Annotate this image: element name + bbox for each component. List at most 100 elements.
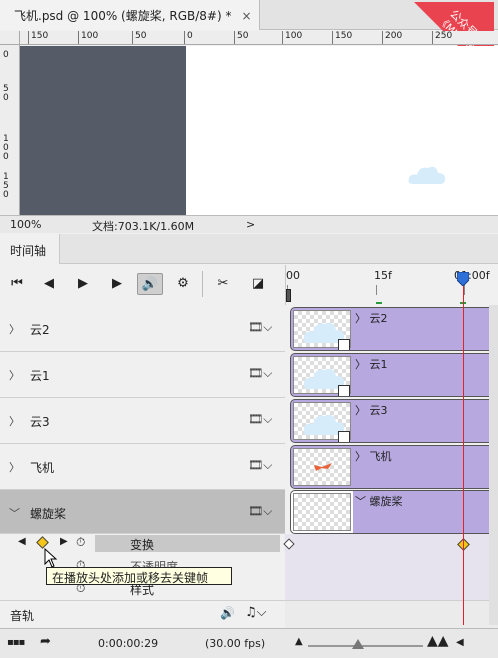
clip-thumbnail (293, 310, 351, 350)
clip-label: 〉 云1 (355, 358, 388, 371)
next-keyframe-icon[interactable]: ▶ (60, 536, 68, 547)
layer-name: 云1 (30, 369, 50, 383)
current-time: 0:00:00:29 (98, 637, 159, 650)
clip-thumbnail (293, 402, 351, 442)
close-tab-icon[interactable]: × (241, 9, 251, 23)
chevron-right-icon[interactable]: 〉 (9, 459, 20, 475)
ruler-label: 150 (332, 31, 352, 44)
music-note-icon[interactable]: ♫⌵ (245, 605, 267, 620)
audio-track-area[interactable] (285, 600, 498, 628)
audio-toggle-icon[interactable]: 🔊 (137, 273, 163, 295)
first-frame-icon[interactable]: ⏮ (4, 273, 30, 295)
layer-row-plane[interactable]: 〉 飞机 🎞⌵ (0, 444, 285, 490)
layer-row-cloud1[interactable]: 〉 云1 🎞⌵ (0, 352, 285, 398)
zoom-slider-knob[interactable] (352, 639, 364, 649)
frames-grid-icon[interactable]: ▪▪▪ (7, 637, 25, 648)
ruler-label: 150 (28, 31, 48, 44)
timeline-toolbar: ⏮ ◀ ▶ ▶ 🔊 ⚙ ✂ ◪ (0, 265, 285, 305)
document-size: 文档:703.1K/1.60M (92, 220, 195, 233)
split-scissors-icon[interactable]: ✂ (210, 273, 236, 295)
zoom-level[interactable]: 100% (10, 218, 41, 231)
layer-name: 云3 (30, 415, 50, 429)
layer-clip[interactable]: 〉 云3 (290, 399, 496, 443)
chevron-right-icon[interactable]: 〉 (9, 413, 20, 429)
layer-name: 云2 (30, 323, 50, 337)
document-title: 飞机.psd @ 100% (螺旋桨, RGB/8#) * (14, 9, 232, 23)
layer-row-cloud3[interactable]: 〉 云3 🎞⌵ (0, 398, 285, 444)
ruler-label: 100 (78, 31, 98, 44)
zoom-in-mountain-icon[interactable]: ▲▲ (427, 633, 449, 649)
transform-row-highlight[interactable] (95, 535, 280, 552)
layer-clip-selected[interactable]: ﹀ 螺旋桨 (290, 490, 496, 534)
layer-name: 飞机 (30, 461, 55, 475)
play-icon[interactable]: ▶ (70, 273, 96, 295)
ruler-label: 50 (234, 31, 248, 44)
previous-keyframe-icon[interactable]: ◀ (18, 536, 26, 547)
ruler-label: 0 (3, 190, 9, 200)
film-strip-icon[interactable]: 🎞⌵ (248, 504, 272, 519)
clip-label: 〉 飞机 (355, 450, 392, 463)
scroll-left-icon[interactable]: ◀ (456, 637, 464, 648)
ruler-left: 0 5 0 1 0 0 1 5 0 (0, 45, 20, 215)
ruler-corner (0, 31, 20, 45)
frame-icon (338, 431, 350, 442)
toolbar-divider (202, 271, 203, 297)
canvas-gray-rect (20, 46, 186, 215)
next-frame-icon[interactable]: ▶ (104, 273, 130, 295)
ruler-label: 0 (184, 31, 193, 44)
frame-rate: (30.00 fps) (205, 637, 266, 650)
ruler-top: 150 100 50 0 50 100 150 200 250 (20, 31, 498, 45)
ruler-label: 0 (3, 93, 9, 103)
transition-icon[interactable]: ◪ (245, 273, 271, 295)
audio-track-row[interactable] (0, 600, 285, 628)
playhead-line (463, 280, 464, 625)
film-strip-icon[interactable]: 🎞⌵ (248, 412, 272, 427)
settings-gear-icon[interactable]: ⚙ (170, 273, 196, 295)
vertical-scrollbar[interactable] (489, 305, 498, 625)
time-tick (376, 285, 377, 295)
layer-name: 螺旋桨 (30, 507, 67, 521)
tab-timeline[interactable]: 时间轴 (0, 234, 60, 264)
clip-label: 〉 云2 (355, 312, 388, 325)
cache-marker (376, 302, 382, 304)
time-label: 15f (374, 269, 392, 282)
mouse-cursor-icon (44, 548, 58, 568)
audio-track-label: 音轨 (10, 609, 35, 623)
layer-clip[interactable]: 〉 云1 (290, 353, 496, 397)
layer-clip[interactable]: 〉 云2 (290, 307, 496, 351)
plane-icon (314, 463, 332, 471)
film-strip-icon[interactable]: 🎞⌵ (248, 320, 272, 335)
document-tab[interactable]: 飞机.psd @ 100% (螺旋桨, RGB/8#) * × (0, 0, 260, 30)
property-transform: 变换 (130, 538, 155, 552)
clip-label: 〉 云3 (355, 404, 388, 417)
clip-thumbnail (293, 448, 351, 486)
volume-icon[interactable]: 🔊 (220, 606, 235, 620)
chevron-right-icon[interactable]: 〉 (9, 321, 20, 337)
timeline-zoom-slider[interactable] (308, 645, 423, 647)
layer-row-cloud2[interactable]: 〉 云2 🎞⌵ (0, 306, 285, 352)
ruler-label: 0 (3, 152, 9, 162)
clip-thumbnail (293, 493, 351, 531)
chevron-down-icon[interactable]: ﹀ (9, 505, 20, 521)
work-area-start-handle[interactable] (286, 289, 291, 302)
stopwatch-icon[interactable]: ⏱ (76, 535, 85, 550)
layer-row-propeller[interactable]: ﹀ 螺旋桨 🎞⌵ (0, 490, 285, 534)
film-strip-icon[interactable]: 🎞⌵ (248, 366, 272, 381)
frame-icon (338, 339, 350, 350)
cloud-icon (408, 166, 446, 185)
time-tick (464, 285, 465, 295)
playhead-handle[interactable] (457, 272, 469, 286)
convert-arrow-icon[interactable]: ➦ (40, 634, 51, 649)
ruler-label: 100 (282, 31, 302, 44)
ruler-label: 200 (382, 31, 402, 44)
zoom-out-mountain-icon[interactable]: ▲ (295, 636, 303, 647)
film-strip-icon[interactable]: 🎞⌵ (248, 458, 272, 473)
ruler-label: 0 (3, 50, 9, 60)
ruler-label: 250 (432, 31, 452, 44)
previous-frame-icon[interactable]: ◀ (36, 273, 62, 295)
chevron-right-icon[interactable]: 〉 (9, 367, 20, 383)
frame-icon (338, 385, 350, 396)
status-menu-arrow[interactable]: > (246, 218, 255, 231)
clip-thumbnail (293, 356, 351, 396)
layer-clip[interactable]: 〉 飞机 (290, 445, 496, 489)
